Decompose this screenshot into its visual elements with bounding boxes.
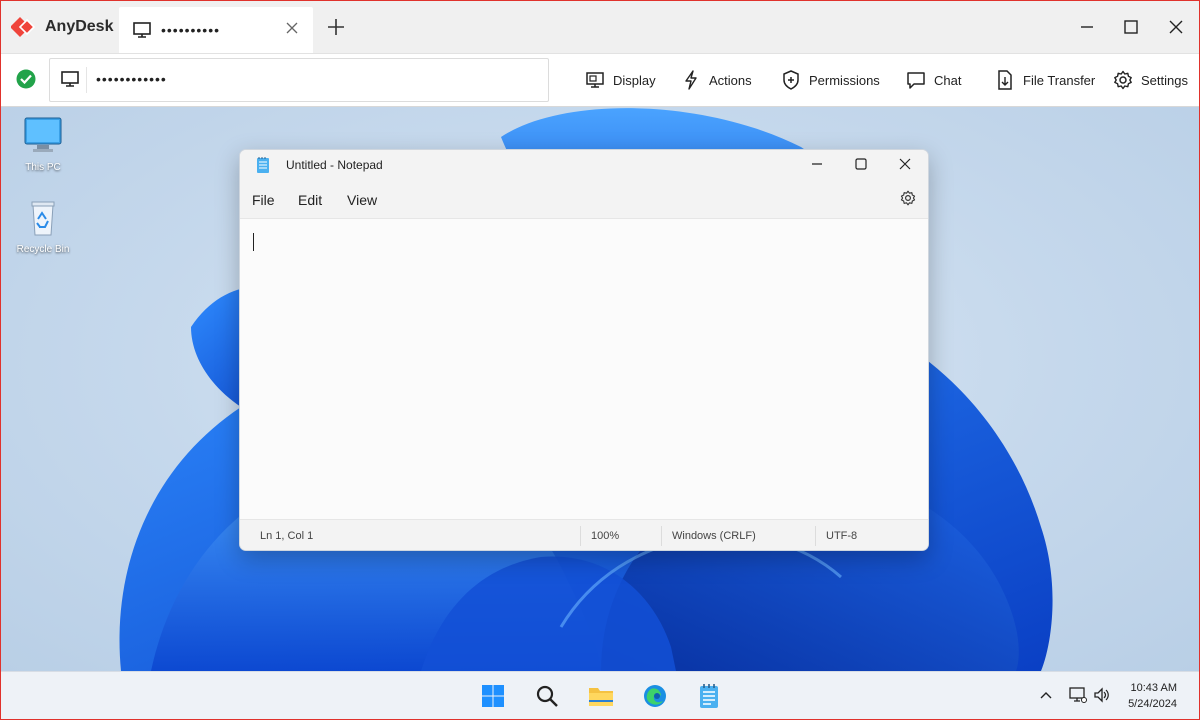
address-value: •••••••••••• [96,71,167,87]
anydesk-window: AnyDesk •••••••••• •••••••••••• Display … [0,0,1200,720]
notepad-title-bar[interactable]: Untitled - Notepad [240,150,928,180]
status-line-ending: Windows (CRLF) [672,530,756,542]
menu-edit[interactable]: Edit [298,192,322,208]
notepad-window: Untitled - Notepad File Edit View Ln 1, … [239,149,929,551]
menu-file[interactable]: File [252,192,275,208]
monitor-icon [133,22,151,38]
text-caret [253,233,254,251]
minimize-icon[interactable] [1079,19,1095,35]
minimize-icon[interactable] [810,157,824,171]
gear-icon[interactable] [900,190,916,206]
close-window-icon[interactable] [1168,19,1184,35]
status-divider [815,526,816,546]
monitor-icon [61,71,79,87]
chat-button[interactable]: Chat [906,68,961,92]
connected-status-icon [16,69,36,89]
desktop-icon-label: Recycle Bin [16,244,70,255]
chat-label: Chat [934,72,962,88]
desktop-icon-recycle-bin[interactable]: Recycle Bin [8,197,78,255]
address-divider [86,67,87,93]
this-pc-icon [24,117,62,152]
tab-title: •••••••••• [161,22,221,38]
anydesk-brand[interactable]: AnyDesk [11,15,113,39]
status-zoom: 100% [591,530,620,542]
start-button[interactable] [477,680,509,712]
address-field[interactable]: •••••••••••• [49,58,549,102]
remote-desktop[interactable]: This PC Recycle Bin Untitled - Notepad F… [1,107,1199,671]
notepad-text-area[interactable] [240,219,928,519]
tab-remote-session[interactable]: •••••••••• [119,7,313,53]
notepad-status-bar: Ln 1, Col 1 100% Windows (CRLF) UTF-8 [240,519,928,550]
desktop-icon-label: This PC [25,162,61,173]
status-divider [661,526,662,546]
title-bar: AnyDesk •••••••••• [1,1,1199,54]
app-name: AnyDesk [45,18,114,35]
close-icon[interactable] [898,157,912,171]
status-position: Ln 1, Col 1 [260,530,314,542]
file-explorer-button[interactable] [585,680,617,712]
status-divider [580,526,581,546]
display-label: Display [613,72,656,88]
notepad-taskbar-button[interactable] [693,680,725,712]
search-icon [536,685,558,707]
shield-icon [783,70,799,90]
lightning-icon [685,70,697,90]
volume-icon[interactable] [1093,686,1111,704]
menu-view[interactable]: View [347,192,377,208]
chat-icon [907,72,925,89]
maximize-icon[interactable] [854,157,868,171]
new-tab-icon[interactable] [327,18,345,36]
settings-button[interactable]: Settings [1113,68,1188,92]
notepad-menu-bar: File Edit View [240,180,928,219]
permissions-label: Permissions [809,72,880,88]
desktop-icon-this-pc[interactable]: This PC [8,115,78,173]
file-transfer-button[interactable]: File Transfer [995,68,1095,92]
edge-button[interactable] [639,680,671,712]
search-button[interactable] [531,680,563,712]
clock-time: 10:43 AM [1130,682,1177,694]
permissions-button[interactable]: Permissions [781,68,880,92]
anydesk-logo-icon [11,17,36,37]
system-clock[interactable]: 10:43 AM 5/24/2024 [1128,680,1177,712]
actions-label: Actions [709,72,752,88]
actions-button[interactable]: Actions [681,68,752,92]
notepad-icon [257,157,269,173]
file-transfer-icon [998,70,1012,90]
display-icon [586,72,604,88]
gear-icon [1114,70,1132,90]
edge-icon [644,685,666,707]
maximize-icon[interactable] [1123,19,1139,35]
display-button[interactable]: Display [585,68,656,92]
network-icon[interactable] [1069,686,1087,704]
notepad-icon [700,684,718,708]
file-transfer-label: File Transfer [1023,72,1096,88]
toolbar: •••••••••••• Display Actions Permissions [1,54,1199,107]
notepad-title: Untitled - Notepad [286,158,383,172]
recycle-bin-icon [31,201,55,236]
taskbar: 10:43 AM 5/24/2024 [1,671,1199,719]
close-tab-icon[interactable] [285,21,299,35]
chevron-up-icon[interactable] [1040,690,1052,700]
status-encoding: UTF-8 [826,530,858,542]
clock-date: 5/24/2024 [1128,698,1177,710]
file-explorer-icon [589,688,613,706]
start-icon [482,685,504,707]
settings-label: Settings [1141,72,1188,88]
